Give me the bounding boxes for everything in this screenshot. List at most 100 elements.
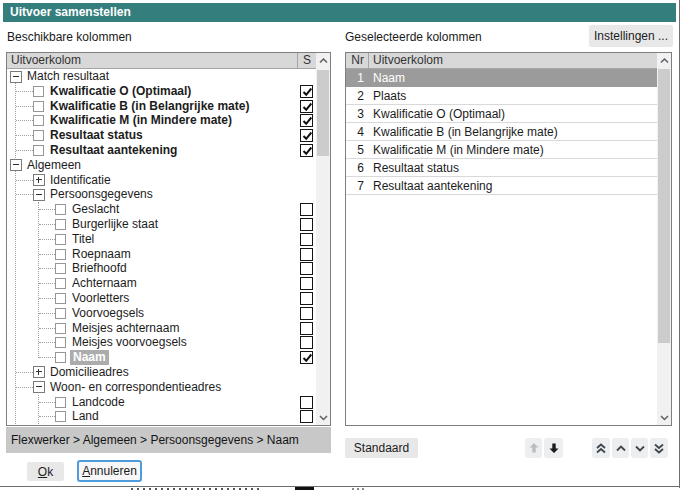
s-checkbox[interactable] — [300, 85, 313, 98]
tree-row[interactable]: Titel — [7, 232, 316, 247]
tree-checkbox[interactable] — [55, 411, 66, 422]
tree-checkbox[interactable] — [33, 101, 44, 112]
s-checkbox[interactable] — [300, 144, 313, 157]
s-checkbox[interactable] — [300, 351, 313, 364]
table-row[interactable]: 2 Plaats — [346, 87, 657, 105]
cancel-button[interactable]: Annuleren — [77, 460, 142, 482]
scroll-up-icon[interactable] — [316, 53, 330, 68]
tree-row[interactable]: Burgerlijke staat — [7, 217, 316, 232]
collapse-icon[interactable] — [10, 71, 22, 83]
s-checkbox[interactable] — [300, 322, 313, 335]
tree-row[interactable]: Resultaat aantekening — [7, 143, 316, 158]
tree-scrollbar[interactable] — [316, 53, 330, 425]
s-checkbox[interactable] — [300, 233, 313, 246]
tree-checkbox[interactable] — [55, 249, 66, 260]
table-row[interactable]: 3 Kwalificatie O (Optimaal) — [346, 105, 657, 123]
tree-row[interactable]: Briefhoofd — [7, 261, 316, 276]
s-checkbox[interactable] — [300, 129, 313, 142]
tree-row[interactable]: Geslacht — [7, 202, 316, 217]
move-down-button[interactable] — [544, 438, 563, 458]
collapse-icon[interactable] — [33, 381, 45, 393]
tree-checkbox[interactable] — [33, 130, 44, 141]
table-row[interactable]: 1 Naam — [346, 69, 657, 87]
tree-row[interactable]: Domicilieadres — [7, 365, 316, 380]
s-checkbox[interactable] — [300, 336, 313, 349]
tree-row[interactable]: Roepnaam — [7, 247, 316, 262]
move-to-top-button[interactable] — [592, 438, 610, 458]
scroll-down-icon[interactable] — [316, 410, 330, 425]
tree-checkbox[interactable] — [55, 308, 66, 319]
s-checkbox[interactable] — [300, 100, 313, 113]
tree-row[interactable]: Algemeen — [7, 158, 316, 173]
table-row[interactable]: 6 Resultaat status — [346, 159, 657, 177]
tree-row[interactable]: Naam — [7, 350, 316, 365]
table-row[interactable]: 5 Kwalificatie M (in Mindere mate) — [346, 141, 657, 159]
tree-row[interactable]: Achternaam — [7, 276, 316, 291]
standard-button[interactable]: Standaard — [345, 438, 418, 458]
s-checkbox[interactable] — [300, 262, 313, 275]
tree-checkbox[interactable] — [33, 115, 44, 126]
tree-checkbox[interactable] — [55, 293, 66, 304]
scrollbar-thumb[interactable] — [658, 69, 670, 343]
row-label: Resultaat status — [373, 161, 459, 175]
tree-item-label: Woon- en correspondentieadres — [50, 380, 221, 395]
table-row[interactable]: 4 Kwalificatie B (in Belangrijke mate) — [346, 123, 657, 141]
scroll-up-icon[interactable] — [657, 53, 671, 68]
tree-row[interactable]: Voorletters — [7, 291, 316, 306]
tree-checkbox[interactable] — [55, 352, 66, 363]
move-up-button[interactable] — [525, 438, 542, 458]
move-one-up-button[interactable] — [612, 438, 629, 458]
move-to-bottom-button[interactable] — [650, 438, 668, 458]
tree-row[interactable]: Identificatie — [7, 173, 316, 188]
tree-row[interactable]: Voorvoegsels — [7, 306, 316, 321]
tree-row[interactable]: Persoonsgegevens — [7, 187, 316, 202]
s-checkbox[interactable] — [300, 114, 313, 127]
tree-row[interactable]: Meisjes voorvoegsels — [7, 335, 316, 350]
s-checkbox[interactable] — [300, 410, 313, 423]
tree-checkbox[interactable] — [33, 86, 44, 97]
s-checkbox[interactable] — [300, 248, 313, 261]
collapse-icon[interactable] — [33, 189, 45, 201]
settings-button[interactable]: Instellingen ... — [589, 25, 673, 47]
s-checkbox[interactable] — [300, 203, 313, 216]
selected-columns-table[interactable]: Nr Uitvoerkolom 1 Naam 2 Plaats 3 Kwalif… — [345, 52, 672, 426]
expand-icon[interactable] — [33, 174, 45, 186]
tree-checkbox[interactable] — [55, 278, 66, 289]
s-checkbox[interactable] — [300, 307, 313, 320]
ok-button[interactable]: Ok — [27, 462, 64, 481]
collapse-icon[interactable] — [10, 159, 22, 171]
table-scrollbar[interactable] — [657, 53, 671, 425]
tree-checkbox[interactable] — [55, 397, 66, 408]
tree-row[interactable]: Kwalificatie M (in Mindere mate) — [7, 113, 316, 128]
available-columns-tree[interactable]: Uitvoerkolom S Match resultaat Kwalifica… — [6, 52, 331, 426]
s-checkbox[interactable] — [300, 277, 313, 290]
tree-row[interactable]: Land — [7, 409, 316, 424]
s-checkbox[interactable] — [300, 218, 313, 231]
window-titlebar[interactable]: Uitvoer samenstellen — [3, 3, 676, 22]
tree-header: Uitvoerkolom S — [7, 53, 316, 69]
tree-checkbox[interactable] — [55, 219, 66, 230]
tree-row[interactable]: Landcode — [7, 395, 316, 410]
tree-checkbox[interactable] — [55, 263, 66, 274]
tree-row[interactable]: Meisjes achternaam — [7, 321, 316, 336]
tree-row[interactable]: Kwalificatie O (Optimaal) — [7, 84, 316, 99]
tree-row[interactable]: Resultaat status — [7, 128, 316, 143]
tree-checkbox[interactable] — [55, 323, 66, 334]
tree-checkbox[interactable] — [33, 145, 44, 156]
tree-connector — [39, 239, 55, 240]
tree-row[interactable]: Match resultaat — [7, 69, 316, 84]
scroll-down-icon[interactable] — [657, 410, 671, 425]
s-checkbox[interactable] — [300, 396, 313, 409]
tree-item-label: Persoonsgegevens — [50, 187, 153, 202]
row-number: 4 — [346, 125, 364, 139]
tree-row[interactable]: Kwalificatie B (in Belangrijke mate) — [7, 99, 316, 114]
tree-checkbox[interactable] — [55, 204, 66, 215]
tree-checkbox[interactable] — [55, 337, 66, 348]
table-row[interactable]: 7 Resultaat aantekening — [346, 177, 657, 195]
s-checkbox[interactable] — [300, 292, 313, 305]
tree-row[interactable]: Woon- en correspondentieadres — [7, 380, 316, 395]
tree-checkbox[interactable] — [55, 234, 66, 245]
scrollbar-thumb[interactable] — [317, 70, 329, 156]
move-one-down-button[interactable] — [631, 438, 648, 458]
expand-icon[interactable] — [33, 366, 45, 378]
